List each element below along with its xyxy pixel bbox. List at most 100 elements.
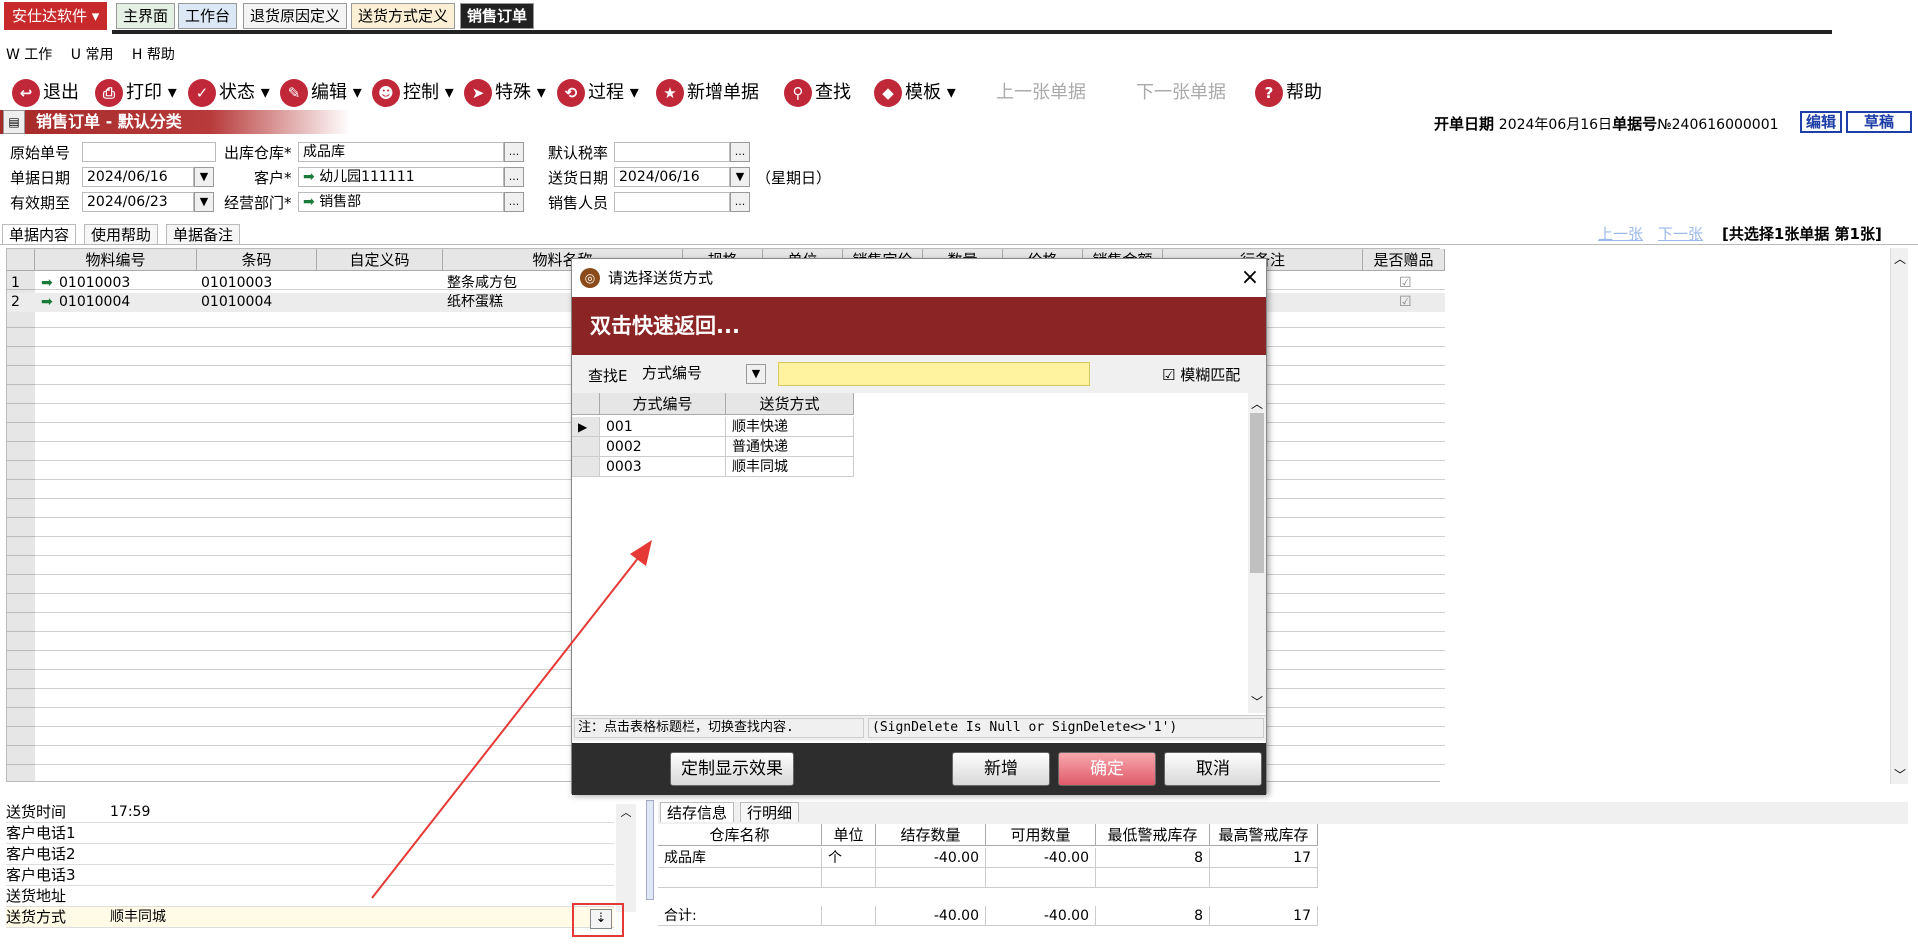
divider xyxy=(0,244,1918,245)
tab-underline xyxy=(112,30,1832,34)
valid-date-field[interactable]: 2024/06/23 xyxy=(82,192,194,212)
tab-shipping-method[interactable]: 送货方式定义 xyxy=(351,3,456,29)
cancel-button[interactable]: 取消 xyxy=(1164,752,1262,786)
customer-picker-button[interactable]: ... xyxy=(504,167,524,187)
grid-header[interactable]: 是否赠品 xyxy=(1363,249,1445,271)
menu-common[interactable]: U 常用 xyxy=(71,47,114,63)
warehouse-field[interactable]: 成品库 xyxy=(298,142,504,162)
list-item[interactable]: 顺丰同城 xyxy=(726,457,854,477)
prev-document-button[interactable]: 上一张单据 xyxy=(996,78,1086,108)
user-icon: ☻ xyxy=(372,79,400,107)
ship-date-field[interactable]: 2024/06/16 xyxy=(614,167,730,187)
doc-date-field[interactable]: 2024/06/16 xyxy=(82,167,194,187)
dept-field[interactable]: ➡ 销售部 xyxy=(298,192,504,212)
menu-work[interactable]: W 工作 xyxy=(6,47,52,63)
tab-line-detail[interactable]: 行明细 xyxy=(740,802,800,822)
grid-header[interactable]: 物料编号 xyxy=(35,249,197,271)
ship-date-dropdown[interactable]: ▼ xyxy=(730,167,750,187)
list-item[interactable]: 001 xyxy=(600,417,726,437)
template-button[interactable]: ◆ 模板 ▾ xyxy=(874,78,956,108)
special-button[interactable]: ➤ 特殊 ▾ xyxy=(464,78,546,108)
list-item[interactable]: 顺丰快递 xyxy=(726,417,854,437)
edit-mode-badge: 编辑 xyxy=(1800,111,1842,133)
edit-button[interactable]: ✎ 编辑 ▾ xyxy=(280,78,362,108)
list-item[interactable]: 0003 xyxy=(600,457,726,477)
orig-no-field[interactable] xyxy=(82,142,216,162)
document-title: 销售订单 - 默认分类 xyxy=(0,110,350,134)
tax-picker-button[interactable]: ... xyxy=(730,142,750,162)
list-header[interactable]: 送货方式 xyxy=(726,393,854,415)
find-button[interactable]: ⚲ 查找 xyxy=(784,78,851,108)
arrow-right-icon: ➡ xyxy=(41,275,53,291)
process-button[interactable]: ⟲ 过程 ▾ xyxy=(557,78,639,108)
star-icon: ★ xyxy=(656,79,684,107)
grid-row-headers xyxy=(7,271,35,781)
tab-return-reason[interactable]: 退货原因定义 xyxy=(243,3,348,29)
list-header[interactable]: 方式编号 xyxy=(600,393,726,415)
list-item[interactable]: 0002 xyxy=(600,437,726,457)
brand-menu-button[interactable]: 安仕达软件 ▾ xyxy=(4,2,108,30)
stock-header[interactable]: 最高警戒库存 xyxy=(1210,824,1318,846)
status-button[interactable]: ✓ 状态 ▾ xyxy=(188,78,270,108)
stock-header[interactable]: 仓库名称 xyxy=(658,824,822,846)
search-field-select[interactable]: 方式编号 xyxy=(638,364,730,384)
add-button[interactable]: 新增 xyxy=(952,752,1050,786)
control-button[interactable]: ☻ 控制 ▾ xyxy=(372,78,454,108)
list-item[interactable]: 普通快递 xyxy=(726,437,854,457)
print-button[interactable]: ⎙ 打印 ▾ xyxy=(95,78,177,108)
fuzzy-match-checkbox[interactable]: ☑ 模糊匹配 xyxy=(1162,364,1240,385)
tax-field[interactable] xyxy=(614,142,730,162)
exit-button[interactable]: ↩ 退出 xyxy=(12,78,79,108)
confirm-button[interactable]: 确定 xyxy=(1058,752,1156,786)
tab-doc-content[interactable]: 单据内容 xyxy=(2,224,77,244)
shipping-method-picker-button[interactable]: ⇣ xyxy=(590,909,612,929)
orig-no-label: 原始单号 xyxy=(10,144,71,162)
draft-status-badge: 草稿 xyxy=(1846,111,1912,133)
new-document-button[interactable]: ★ 新增单据 xyxy=(656,78,759,108)
customize-display-button[interactable]: 定制显示效果 xyxy=(670,752,794,786)
gift-checkbox[interactable]: ☑ xyxy=(1399,274,1412,293)
stock-total-cell: -40.00 xyxy=(986,906,1096,926)
prev-link[interactable]: 上一张 xyxy=(1598,223,1643,244)
stock-header[interactable]: 可用数量 xyxy=(986,824,1096,846)
valid-date-dropdown[interactable]: ▼ xyxy=(194,192,214,212)
stock-header[interactable]: 结存数量 xyxy=(876,824,986,846)
scroll-thumb[interactable] xyxy=(1250,413,1264,573)
help-button[interactable]: ? 帮助 xyxy=(1255,78,1322,108)
tab-usage-help[interactable]: 使用帮助 xyxy=(84,224,159,244)
warehouse-picker-button[interactable]: ... xyxy=(504,142,524,162)
menu-help[interactable]: H 帮助 xyxy=(132,47,175,63)
exit-icon: ↩ xyxy=(12,79,40,107)
doc-date-dropdown[interactable]: ▼ xyxy=(194,167,214,187)
stock-header[interactable]: 最低警戒库存 xyxy=(1096,824,1210,846)
sales-person-field[interactable] xyxy=(614,192,730,212)
tab-sales-order[interactable]: 销售订单 xyxy=(460,3,535,29)
scroll-up-icon[interactable]: ︿ xyxy=(1248,395,1266,412)
dialog-scrollbar[interactable]: ︿ ﹀ xyxy=(1248,393,1266,713)
next-document-button[interactable]: 下一张单据 xyxy=(1136,78,1226,108)
customer-field[interactable]: ➡ 幼儿园111111 xyxy=(298,167,504,187)
tab-doc-remarks[interactable]: 单据备注 xyxy=(166,224,241,244)
close-icon[interactable]: × xyxy=(1236,263,1264,293)
next-link[interactable]: 下一张 xyxy=(1658,223,1703,244)
row-header xyxy=(572,437,600,457)
doc-header-info: 开单日期 2024年06月16日单据号№240616000001 xyxy=(1434,115,1779,133)
dialog-search-bar: 查找E 方式编号 ▼ ☑ 模糊匹配 xyxy=(572,355,1266,393)
shipping-method-value[interactable]: 顺丰同城 xyxy=(110,907,166,928)
tab-stock-info[interactable]: 结存信息 xyxy=(660,802,735,822)
tab-workbench[interactable]: 工作台 xyxy=(178,3,238,29)
scroll-up-icon[interactable]: ︿ xyxy=(1891,250,1909,267)
shipping-method-list: 方式编号 送货方式 ▶ 001 顺丰快递 0002 普通快递 0003 顺丰同城 xyxy=(572,393,1248,713)
grid-header[interactable]: 条码 xyxy=(197,249,317,271)
search-input[interactable] xyxy=(778,362,1090,386)
sales-person-picker-button[interactable]: ... xyxy=(730,192,750,212)
dept-picker-button[interactable]: ... xyxy=(504,192,524,212)
grid-header[interactable]: 自定义码 xyxy=(317,249,443,271)
scroll-down-icon[interactable]: ﹀ xyxy=(1248,693,1266,710)
chevron-down-icon[interactable]: ▼ xyxy=(746,364,766,384)
stock-header[interactable]: 单位 xyxy=(822,824,876,846)
grid-scrollbar[interactable]: ︿ ﹀ xyxy=(1890,248,1908,784)
scroll-down-icon[interactable]: ﹀ xyxy=(1891,766,1909,783)
tab-main[interactable]: 主界面 xyxy=(116,3,176,29)
gift-checkbox[interactable]: ☑ xyxy=(1399,293,1412,312)
